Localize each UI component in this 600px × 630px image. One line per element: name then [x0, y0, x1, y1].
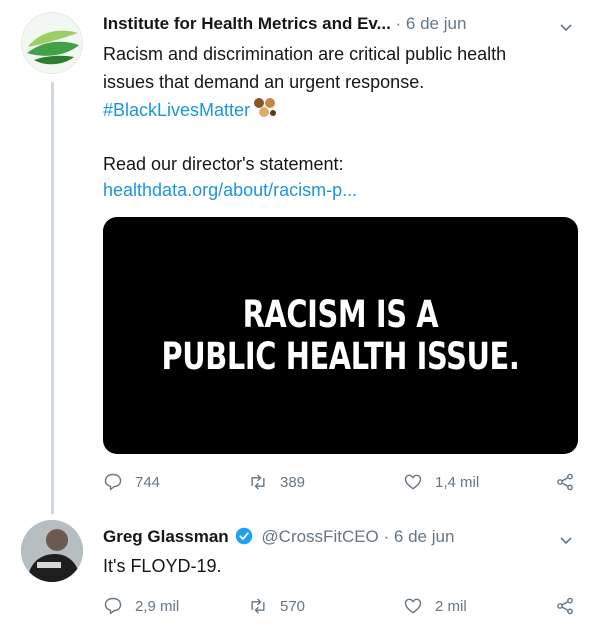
avatar-ihme[interactable] [21, 12, 83, 74]
author-handle[interactable]: @CrossFitCEO [261, 527, 378, 546]
tweet1-image[interactable]: RACISM IS A PUBLIC HEALTH ISSUE. [103, 217, 578, 454]
verified-badge-icon [235, 527, 252, 545]
statement-link[interactable]: healthdata.org/about/racism-p... [103, 178, 357, 202]
fist-emoji-icon [254, 98, 277, 117]
tweet2-text: It's FLOYD-19. [103, 556, 222, 576]
like-button[interactable]: 2 mil [403, 596, 467, 616]
tweet2-header: Greg Glassman @CrossFitCEO · 6 de jun [103, 527, 454, 547]
tweet-date[interactable]: 6 de jun [394, 527, 455, 546]
chevron-down-icon[interactable] [558, 533, 574, 549]
like-button[interactable]: 1,4 mil [403, 472, 479, 492]
reply-button[interactable]: 744 [103, 472, 160, 492]
reply-icon [104, 473, 122, 491]
retweet-icon [251, 474, 265, 490]
separator-dot: · [383, 527, 394, 546]
retweet-button[interactable]: 570 [248, 596, 305, 616]
tweet-date[interactable]: 6 de jun [406, 14, 467, 33]
ihme-logo [27, 30, 79, 65]
retweet-count: 570 [280, 597, 306, 615]
share-button[interactable] [555, 596, 587, 616]
share-icon [557, 597, 573, 615]
reply-icon [104, 597, 122, 615]
like-count: 2 mil [435, 597, 467, 615]
avatar-photo [21, 520, 83, 582]
reply-count: 744 [135, 473, 161, 491]
reply-button[interactable]: 2,9 mil [103, 596, 179, 616]
hashtag-link[interactable]: #BlackLivesMatter [103, 100, 250, 120]
share-button[interactable] [555, 472, 587, 492]
retweet-icon [251, 598, 265, 614]
like-count: 1,4 mil [435, 473, 480, 491]
separator-dot: · [395, 14, 406, 33]
retweet-button[interactable]: 389 [248, 472, 305, 492]
tweet2-actions: 2,9 mil 570 2 mil [103, 596, 583, 620]
like-icon [404, 474, 422, 490]
image-text-line2: PUBLIC HEALTH ISSUE. [161, 334, 520, 378]
like-icon [404, 598, 422, 614]
author-name[interactable]: Greg Glassman [103, 527, 229, 546]
tweet1-actions: 744 389 1,4 mil [103, 472, 583, 496]
thread-line [51, 82, 54, 514]
tweet1-text-line1: Racism and discrimination are critical p… [103, 44, 507, 64]
author-name[interactable]: Institute for Health Metrics and Ev... [103, 14, 391, 33]
image-text-line1: RACISM IS A [242, 292, 439, 336]
tweet1-hashtag-line: #BlackLivesMatter [103, 96, 278, 122]
tweet1-header: Institute for Health Metrics and Ev... ·… [103, 14, 466, 34]
avatar-greg[interactable] [21, 520, 83, 582]
retweet-count: 389 [280, 473, 306, 491]
tweet1-statement: Read our director's statement: [103, 154, 344, 174]
share-icon [557, 473, 573, 491]
reply-count: 2,9 mil [135, 597, 180, 615]
tweet1-text-line2: issues that demand an urgent response. [103, 72, 425, 92]
chevron-down-icon[interactable] [558, 20, 574, 36]
